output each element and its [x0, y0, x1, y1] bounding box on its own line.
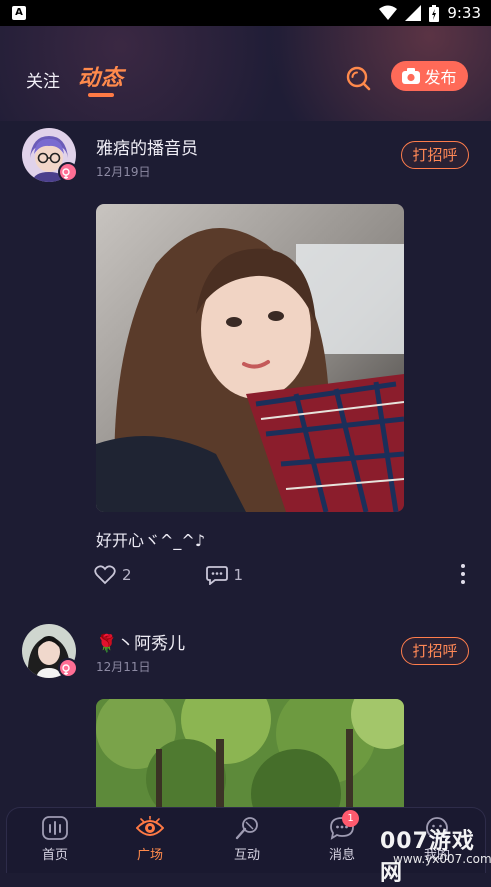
- avatar[interactable]: [22, 624, 78, 678]
- status-bar: A 9:33: [0, 0, 491, 26]
- avatar[interactable]: [22, 128, 78, 182]
- post-date: 12月19日: [96, 165, 151, 179]
- top-header: 关注 动态 发布: [0, 26, 491, 121]
- like-button[interactable]: 2: [94, 565, 132, 585]
- tab-follow[interactable]: 关注: [26, 67, 60, 92]
- app-notification-icon: A: [12, 6, 26, 20]
- publish-label: 发布: [424, 68, 457, 87]
- greet-button[interactable]: 打招呼: [401, 637, 469, 665]
- wifi-icon: [379, 5, 398, 20]
- gender-female-badge: [58, 658, 78, 678]
- eye-icon: [136, 816, 164, 836]
- post-caption: 好开心ヾ^_^♪: [96, 531, 206, 550]
- nav-messages-label: 消息: [328, 848, 355, 863]
- post-photo[interactable]: [96, 204, 404, 512]
- tab-feed[interactable]: 动态: [78, 60, 124, 92]
- post-date: 12月11日: [96, 660, 151, 674]
- heart-icon: [94, 565, 116, 585]
- home-bars-icon: [42, 816, 68, 840]
- battery-icon: [429, 4, 440, 22]
- nav-interact-label: 互动: [233, 848, 260, 863]
- post-photo[interactable]: [96, 699, 404, 807]
- clock: 9:33: [447, 4, 481, 22]
- more-options-icon[interactable]: [461, 564, 467, 588]
- nav-messages[interactable]: 消息: [307, 816, 377, 863]
- nav-interact[interactable]: 互动: [212, 816, 282, 863]
- camera-icon: [402, 68, 421, 84]
- post-username[interactable]: 🌹丶阿秀儿: [96, 629, 185, 654]
- comment-count: 1: [233, 566, 244, 584]
- active-tab-indicator: [88, 93, 114, 97]
- gender-female-badge: [58, 162, 78, 182]
- nav-square[interactable]: 广场: [115, 816, 185, 863]
- publish-button[interactable]: 发布: [391, 61, 468, 91]
- like-count: 2: [122, 566, 132, 584]
- signal-icon: [405, 5, 422, 21]
- microphone-icon: [235, 817, 258, 840]
- comment-icon: [205, 566, 228, 585]
- search-icon[interactable]: [344, 64, 372, 92]
- greet-button[interactable]: 打招呼: [401, 141, 469, 169]
- nav-square-label: 广场: [136, 848, 163, 863]
- post-actions: 2 1: [94, 565, 243, 585]
- messages-unread-badge: 1: [342, 810, 359, 827]
- nav-home[interactable]: 首页: [20, 816, 90, 863]
- watermark-url: www.yx007.com: [393, 852, 491, 866]
- comment-button[interactable]: 1: [205, 565, 244, 585]
- post-username[interactable]: 雅痞的播音员: [96, 134, 198, 159]
- nav-home-label: 首页: [41, 848, 68, 863]
